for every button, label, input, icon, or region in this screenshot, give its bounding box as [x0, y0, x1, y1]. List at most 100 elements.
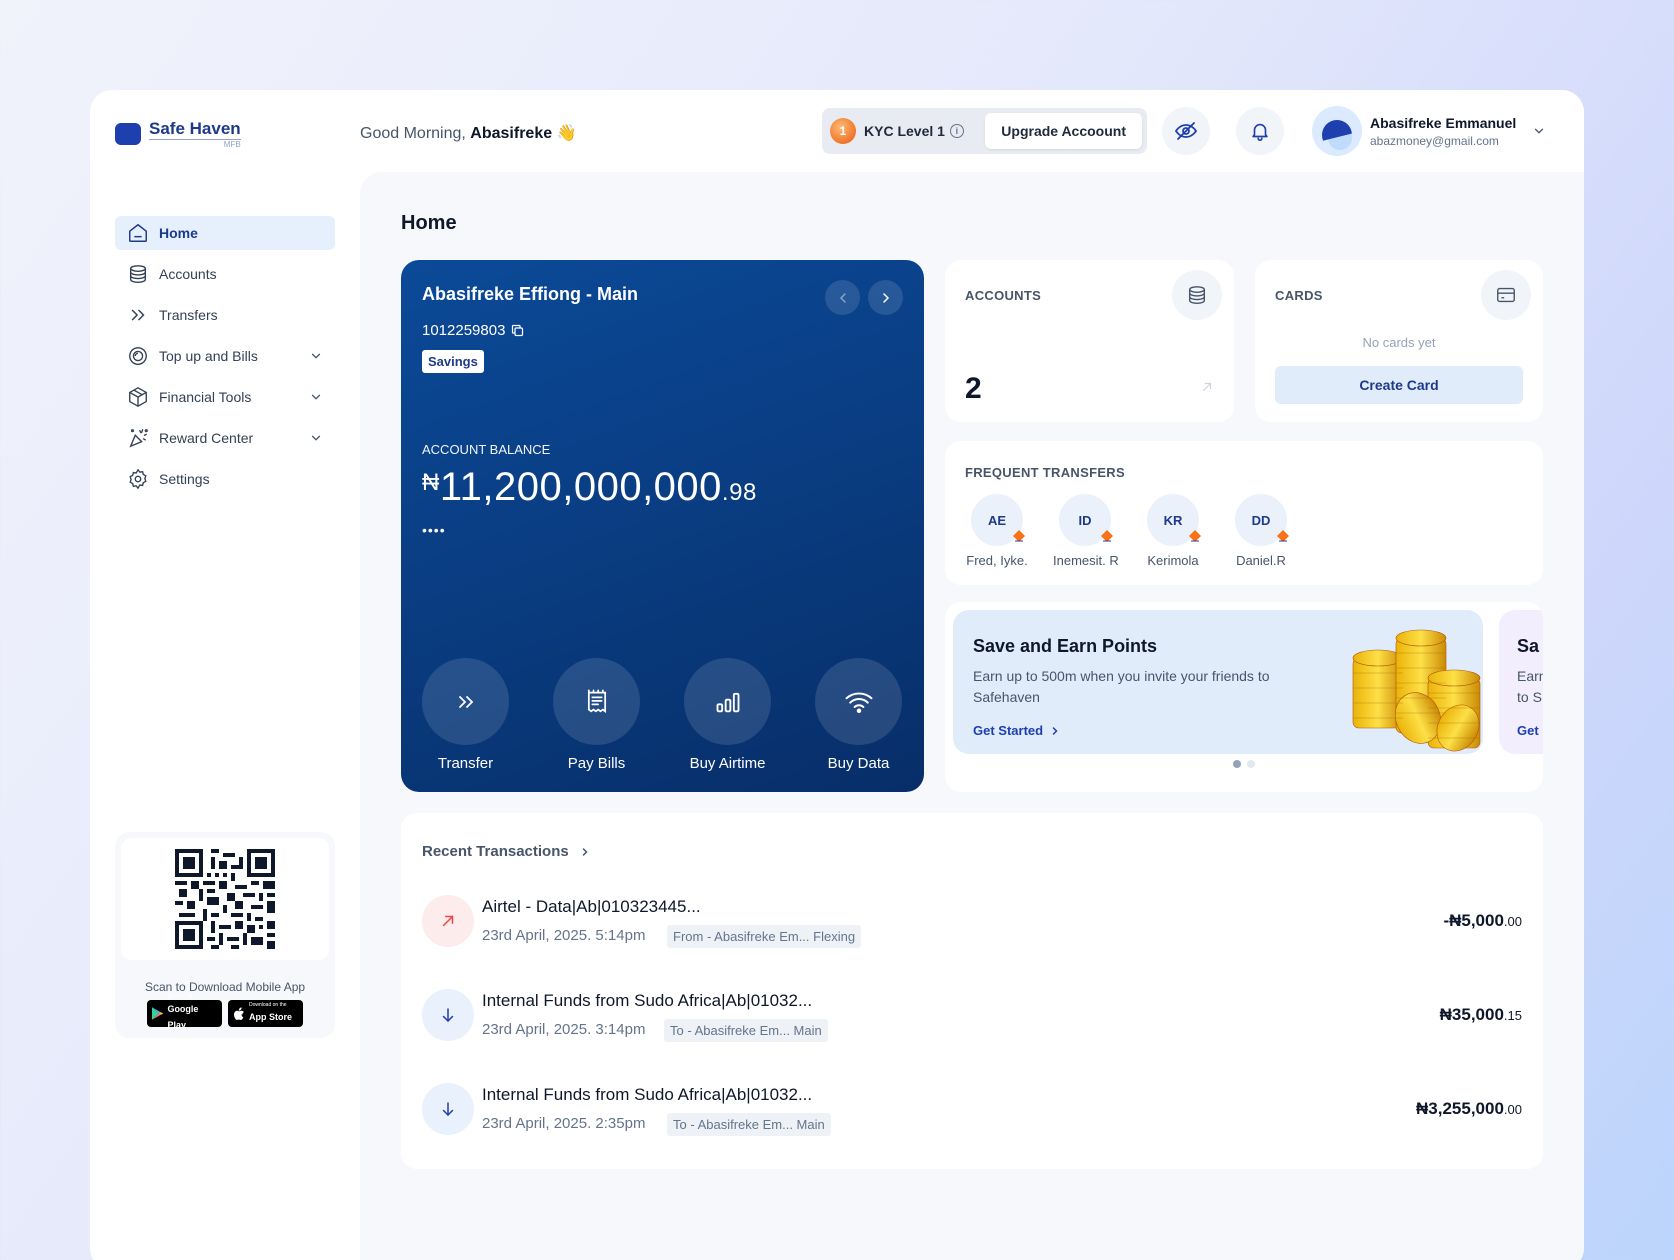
- sidebar-item-label: Reward Center: [159, 430, 254, 446]
- sidebar-item-accounts[interactable]: Accounts: [115, 257, 335, 291]
- transaction-direction: [422, 1083, 474, 1135]
- sidebar-item-transfers[interactable]: Transfers: [115, 298, 335, 332]
- eye-off-icon: [1174, 122, 1198, 140]
- sidebar-item-label: Top up and Bills: [159, 348, 258, 364]
- arrow-down-icon: [442, 1102, 454, 1117]
- chevron-down-icon[interactable]: [309, 390, 323, 404]
- transfer-action[interactable]: Transfer: [422, 658, 509, 772]
- bank-logo-icon: [1189, 530, 1201, 542]
- sidebar-nav: Home Accounts Transfers Top up and Bills…: [115, 216, 335, 503]
- google-play-icon: [152, 1007, 164, 1020]
- transaction-title: Airtel - Data|Ab|010323445...: [482, 897, 701, 916]
- transaction-date: 23rd April, 2025. 5:14pm: [482, 927, 646, 944]
- sidebar-item-financial-tools[interactable]: Financial Tools: [115, 380, 335, 414]
- carousel-dot[interactable]: [1247, 760, 1255, 768]
- accounts-title: ACCOUNTS: [965, 288, 1042, 303]
- promo-banner[interactable]: Save and Earn Points Earn up to 500m whe…: [953, 610, 1483, 754]
- previous-account-button[interactable]: [825, 280, 860, 315]
- no-cards-text: No cards yet: [1362, 335, 1436, 350]
- transaction-date: 23rd April, 2025. 2:35pm: [482, 1115, 646, 1132]
- sidebar-item-top-up-and-bills[interactable]: Top up and Bills: [115, 339, 335, 373]
- buy-airtime-action[interactable]: Buy Airtime: [684, 658, 771, 772]
- notifications-button[interactable]: [1236, 107, 1284, 155]
- user-email: abazmoney@gmail.com: [1370, 133, 1499, 148]
- disc-icon: [129, 347, 147, 365]
- upgrade-account-button[interactable]: Upgrade Accoount: [985, 113, 1142, 149]
- contact-avatar: KR: [1147, 494, 1201, 546]
- chevron-down-icon[interactable]: [309, 349, 323, 363]
- next-account-button[interactable]: [868, 280, 903, 315]
- user-name: Abasifreke Emmanuel: [1370, 114, 1517, 131]
- pay-bills-action[interactable]: Pay Bills: [553, 658, 640, 772]
- recent-transactions-header[interactable]: Recent Transactions: [422, 843, 591, 860]
- transaction-direction: [422, 895, 474, 947]
- carousel-dot-active[interactable]: [1233, 760, 1241, 768]
- sidebar-item-label: Accounts: [159, 266, 217, 282]
- greeting-prefix: Good Morning,: [360, 125, 466, 142]
- sidebar-item-label: Financial Tools: [159, 389, 252, 405]
- google-play-button[interactable]: GET IT ON Google Play: [147, 995, 222, 1030]
- bank-logo-icon: [1101, 530, 1113, 542]
- kyc-panel: 1 KYC Level 1 i Upgrade Accoount: [822, 108, 1147, 154]
- arrow-up-right-icon[interactable]: [1200, 380, 1214, 394]
- transaction-row[interactable]: Airtel - Data|Ab|010323445... 23rd April…: [422, 891, 1522, 949]
- app-store-button[interactable]: Download on the App Store: [228, 1000, 303, 1027]
- contact-name: Daniel.R: [1236, 553, 1286, 568]
- frequent-contact[interactable]: ID Inemesit. R: [1053, 494, 1119, 568]
- transaction-row[interactable]: Internal Funds from Sudo Africa|Ab|01032…: [422, 1079, 1522, 1137]
- buy-data-action[interactable]: Buy Data: [815, 658, 902, 772]
- frequent-transfers-card: FREQUENT TRANSFERS AE Fred, Iyke. ID Ine…: [945, 441, 1543, 585]
- recent-transactions-card: Recent Transactions Airtel - Data|Ab|010…: [401, 813, 1543, 1169]
- contact-name: Inemesit. R: [1053, 553, 1119, 568]
- cards-icon-wrap: [1481, 270, 1531, 320]
- hide-balance-button[interactable]: [1162, 107, 1210, 155]
- frequent-contact[interactable]: KR Kerimola: [1141, 494, 1205, 568]
- get-started-link[interactable]: Get Started: [973, 723, 1061, 738]
- promo-next-text-2: to S: [1517, 689, 1542, 705]
- transaction-title: Internal Funds from Sudo Africa|Ab|01032…: [482, 991, 813, 1010]
- qr-code[interactable]: [175, 849, 275, 949]
- frequent-contact[interactable]: AE Fred, Iyke.: [965, 494, 1029, 568]
- avatar: [1312, 106, 1362, 156]
- user-menu[interactable]: Abasifreke Emmanuel abazmoney@gmail.com: [1312, 106, 1546, 156]
- sidebar-item-settings[interactable]: Settings: [115, 462, 335, 496]
- promo-next-link[interactable]: Get: [1517, 723, 1539, 738]
- app-store-label: App Store: [249, 1012, 293, 1022]
- sidebar-item-reward-center[interactable]: Reward Center: [115, 421, 335, 455]
- chevron-down-icon[interactable]: [309, 431, 323, 445]
- greeting-name: Abasifreke: [470, 125, 553, 142]
- transaction-amount: ₦35,000.15: [1439, 1005, 1522, 1024]
- contact-name: Kerimola: [1147, 553, 1199, 568]
- account-balance: ₦11,200,000,000.98: [422, 465, 757, 510]
- gear-icon: [129, 468, 147, 490]
- account-name: Abasifreke Effiong - Main: [422, 284, 639, 304]
- sidebar-item-home[interactable]: Home: [115, 216, 335, 250]
- accounts-card[interactable]: ACCOUNTS 2: [945, 260, 1234, 422]
- promo-next-title: Sa: [1517, 636, 1540, 656]
- transaction-tag: To - Abasifreke Em... Main: [667, 1113, 831, 1136]
- action-label: Transfer: [437, 755, 494, 772]
- cards-card: CARDS No cards yet Create Card: [1255, 260, 1543, 422]
- masked-balance-toggle[interactable]: ••••: [422, 522, 446, 538]
- create-card-button[interactable]: Create Card: [1275, 366, 1523, 404]
- chevron-left-icon: [839, 292, 846, 303]
- brand-logo[interactable]: Safe Haven MFB: [115, 120, 241, 149]
- logo-icon: [115, 123, 145, 149]
- promo-banner-next[interactable]: Sa Earn to S Get: [1499, 610, 1543, 754]
- app-store-small: Download on the: [249, 1002, 287, 1008]
- transaction-row[interactable]: Internal Funds from Sudo Africa|Ab|01032…: [422, 985, 1522, 1043]
- accounts-icon-wrap: [1172, 270, 1222, 320]
- copy-icon[interactable]: [510, 323, 525, 338]
- info-icon[interactable]: i: [949, 124, 964, 138]
- contact-avatar: ID: [1059, 494, 1113, 546]
- arrow-up-right-icon: [442, 915, 454, 927]
- transaction-tag: From - Abasifreke Em... Flexing: [667, 925, 862, 948]
- transaction-direction: [422, 989, 474, 1041]
- action-label: Buy Data: [827, 755, 890, 772]
- greeting: Good Morning, Abasifreke 👋: [360, 123, 577, 143]
- frequent-contact[interactable]: DD Daniel.R: [1229, 494, 1293, 568]
- balance-main: 11,200,000,000: [439, 465, 722, 509]
- transaction-title: Internal Funds from Sudo Africa|Ab|01032…: [482, 1085, 813, 1104]
- promo-title: Save and Earn Points: [973, 636, 1158, 656]
- balance-label: ACCOUNT BALANCE: [422, 442, 551, 457]
